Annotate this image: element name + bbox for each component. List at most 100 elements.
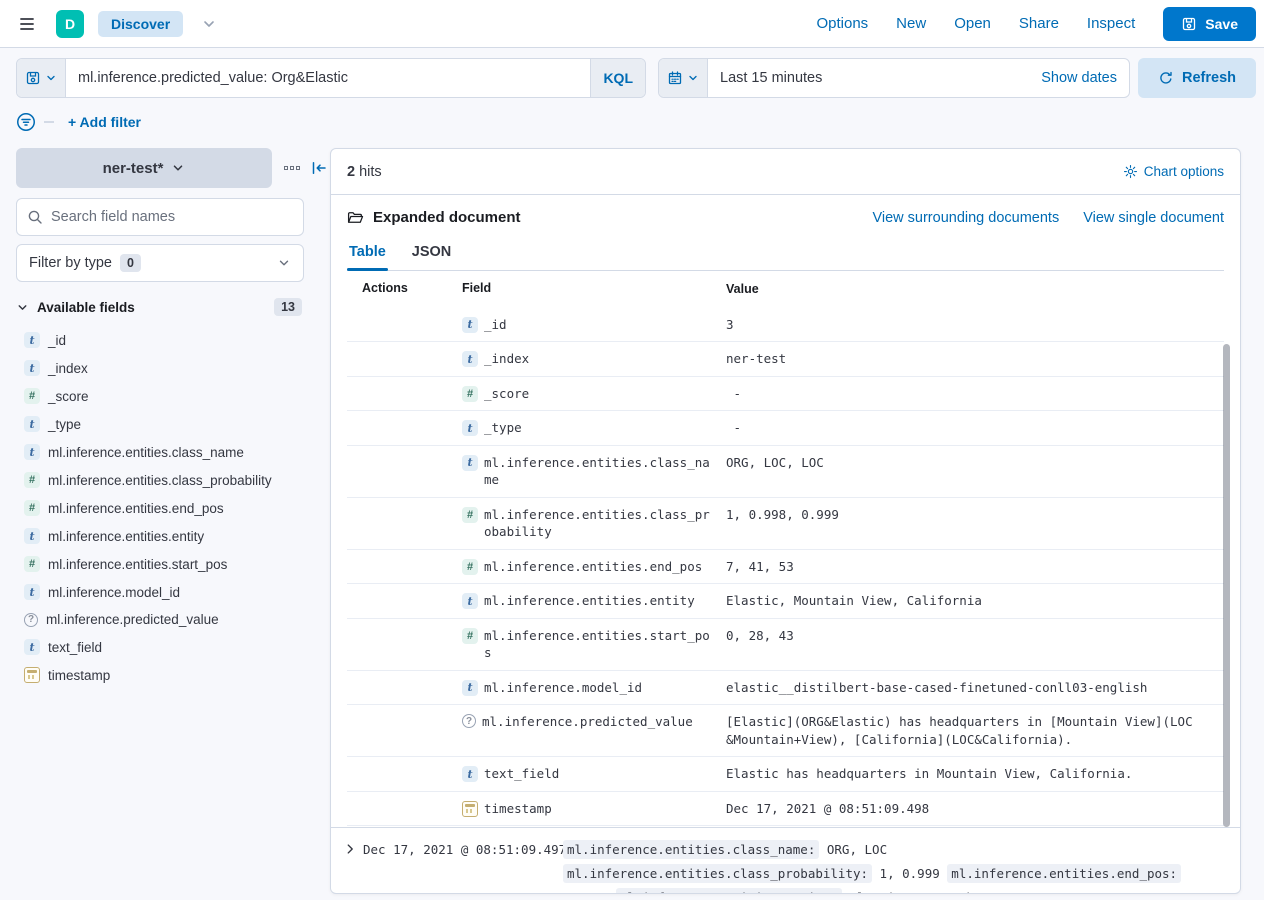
- sidebar-field-ml.inference.model_id[interactable]: t ml.inference.model_id: [16, 578, 304, 606]
- sidebar-field-_id[interactable]: t_id: [16, 326, 304, 354]
- field-name-label: _score: [48, 389, 89, 404]
- nav-share[interactable]: Share: [1019, 15, 1059, 32]
- row-field-value: Elastic has headquarters in Mountain Vie…: [726, 765, 1224, 783]
- view-single-document-link[interactable]: View single document: [1083, 210, 1224, 226]
- sidebar-field-timestamp[interactable]: timestamp: [16, 661, 304, 689]
- chevron-down-icon: [16, 301, 29, 314]
- row-field-cell: tml.inference.entities.class_name: [462, 454, 726, 489]
- chevron-down-icon: [687, 72, 699, 84]
- nav-inspect[interactable]: Inspect: [1087, 15, 1135, 32]
- doc-table-row-_index: t_indexner-test: [347, 342, 1224, 377]
- filter-by-type-select[interactable]: Filter by type 0: [16, 244, 304, 282]
- field-name-label: _type: [48, 417, 81, 432]
- save-button[interactable]: Save: [1163, 7, 1256, 41]
- field-name-label: ml.inference.entities.class_probability: [48, 473, 272, 488]
- doc-table-row-ml.inference.entities.entity: tml.inference.entities.entityElastic, Mo…: [347, 584, 1224, 619]
- available-fields-header[interactable]: Available fields 13: [16, 298, 304, 316]
- sidebar-field-_score[interactable]: #_score: [16, 382, 304, 410]
- query-language-button[interactable]: KQL: [590, 59, 645, 97]
- sidebar-field-_type[interactable]: t_type: [16, 410, 304, 438]
- breadcrumb-discover[interactable]: Discover: [98, 11, 183, 37]
- sidebar-field-ml.inference.entities.entity[interactable]: tml.inference.entities.entity: [16, 522, 304, 550]
- sidebar-field-ml.inference.entities.class_name[interactable]: tml.inference.entities.class_name: [16, 438, 304, 466]
- field-name-label: timestamp: [48, 668, 110, 683]
- menu-icon[interactable]: [12, 10, 42, 38]
- row-field-value: 0, 28, 43: [726, 627, 1224, 645]
- row-field-name: ml.inference.predicted_value: [482, 713, 714, 731]
- row-field-value: -: [726, 419, 1224, 437]
- sidebar-field-ml.inference.entities.start_pos[interactable]: #ml.inference.entities.start_pos: [16, 550, 304, 578]
- tab-json[interactable]: JSON: [410, 240, 454, 270]
- field-type-number-icon: #: [24, 472, 40, 488]
- save-icon: [1181, 16, 1197, 32]
- field-type-number-icon: #: [462, 559, 478, 575]
- sidebar-field-ml.inference.entities.end_pos[interactable]: #ml.inference.entities.end_pos: [16, 494, 304, 522]
- row-field-cell: t_id: [462, 316, 726, 334]
- nav-open[interactable]: Open: [954, 15, 991, 32]
- doc-table-row-ml.inference.entities.class_probability: #ml.inference.entities.class_probability…: [347, 498, 1224, 550]
- time-range-value[interactable]: Last 15 minutes: [720, 70, 822, 86]
- sidebar-field-_index[interactable]: t_index: [16, 354, 304, 382]
- field-type-date-icon: [24, 667, 40, 683]
- collapse-sidebar-icon[interactable]: [310, 160, 328, 176]
- filter-bar: + Add filter: [0, 98, 1264, 132]
- time-picker-menu[interactable]: [659, 59, 708, 97]
- field-type-string-icon: t: [24, 584, 40, 600]
- row-field-cell: #ml.inference.entities.end_pos: [462, 558, 726, 576]
- hit-timestamp: Dec 17, 2021 @ 08:51:09.497: [363, 838, 563, 857]
- hits-count: 2: [347, 164, 355, 180]
- chevron-down-icon: [171, 161, 185, 175]
- column-header-actions: Actions: [347, 281, 462, 299]
- row-field-name: ml.inference.entities.class_probability: [484, 506, 716, 541]
- row-field-name: text_field: [484, 765, 716, 783]
- nav-new[interactable]: New: [896, 15, 926, 32]
- field-type-string-icon: t: [462, 680, 478, 696]
- index-pattern-switcher[interactable]: ner-test*: [16, 148, 272, 188]
- field-type-string-icon: t: [24, 332, 40, 348]
- field-name-label: ml.inference.predicted_value: [46, 612, 219, 627]
- query-input[interactable]: [66, 59, 590, 97]
- hits-label: hits: [359, 164, 382, 180]
- refresh-button[interactable]: Refresh: [1138, 58, 1256, 98]
- doc-table-row-ml.inference.entities.class_name: tml.inference.entities.class_nameORG, LO…: [347, 446, 1224, 498]
- row-field-cell: #ml.inference.entities.start_pos: [462, 627, 726, 662]
- row-field-cell: timestamp: [462, 800, 726, 818]
- doc-table-row-_id: t_id3: [347, 308, 1224, 343]
- folder-open-icon: [347, 209, 364, 226]
- sidebar-field-ml.inference.entities.class_probability[interactable]: # ml.inference.entities.class_probability: [16, 466, 304, 494]
- boxes-horizontal-icon[interactable]: [284, 166, 300, 170]
- field-name-label: ml.inference.model_id: [48, 585, 180, 600]
- top-header: D Discover Options New Open Share Inspec…: [0, 0, 1264, 48]
- query-toolbar: KQL Last 15 minutes Show dates Refresh: [0, 48, 1264, 98]
- vertical-scrollbar[interactable]: [1223, 344, 1230, 827]
- saved-query-menu[interactable]: [17, 59, 66, 97]
- field-type-string-icon: t: [462, 455, 478, 471]
- expanded-document-section: Expanded document View surrounding docum…: [331, 195, 1240, 827]
- filter-menu-icon[interactable]: [16, 112, 36, 132]
- nav-options[interactable]: Options: [816, 15, 868, 32]
- sidebar-field-text_field[interactable]: ttext_field: [16, 633, 304, 661]
- filter-by-type-count-badge: 0: [120, 254, 141, 272]
- add-filter-link[interactable]: + Add filter: [68, 114, 141, 130]
- field-name-label: text_field: [48, 640, 102, 655]
- field-list: t_idt_index#_scoret_typetml.inference.en…: [16, 326, 304, 689]
- chart-options-button[interactable]: Chart options: [1123, 164, 1224, 179]
- row-field-cell: #ml.inference.entities.class_probability: [462, 506, 726, 541]
- row-field-name: timestamp: [484, 800, 716, 818]
- doc-table-row-timestamp: timestampDec 17, 2021 @ 08:51:09.498: [347, 792, 1224, 827]
- view-surrounding-documents-link[interactable]: View surrounding documents: [872, 210, 1059, 226]
- row-field-name: _score: [484, 385, 716, 403]
- breadcrumb-caret-icon[interactable]: [201, 16, 217, 32]
- expand-document-chevron-icon[interactable]: [343, 838, 363, 856]
- available-fields-label: Available fields: [37, 300, 135, 315]
- column-header-value: Value: [726, 281, 1224, 299]
- row-field-name: ml.inference.entities.entity: [484, 592, 716, 610]
- field-type-string-icon: t: [462, 420, 478, 436]
- field-search-input[interactable]: [51, 209, 293, 225]
- field-type-unknown-icon: ?: [24, 613, 38, 627]
- tab-table[interactable]: Table: [347, 240, 388, 270]
- app-logo[interactable]: D: [56, 10, 84, 38]
- available-fields-count-badge: 13: [274, 298, 302, 316]
- sidebar-field-ml.inference.predicted_value[interactable]: ? ml.inference.predicted_value: [16, 606, 304, 633]
- show-dates-link[interactable]: Show dates: [1041, 70, 1117, 86]
